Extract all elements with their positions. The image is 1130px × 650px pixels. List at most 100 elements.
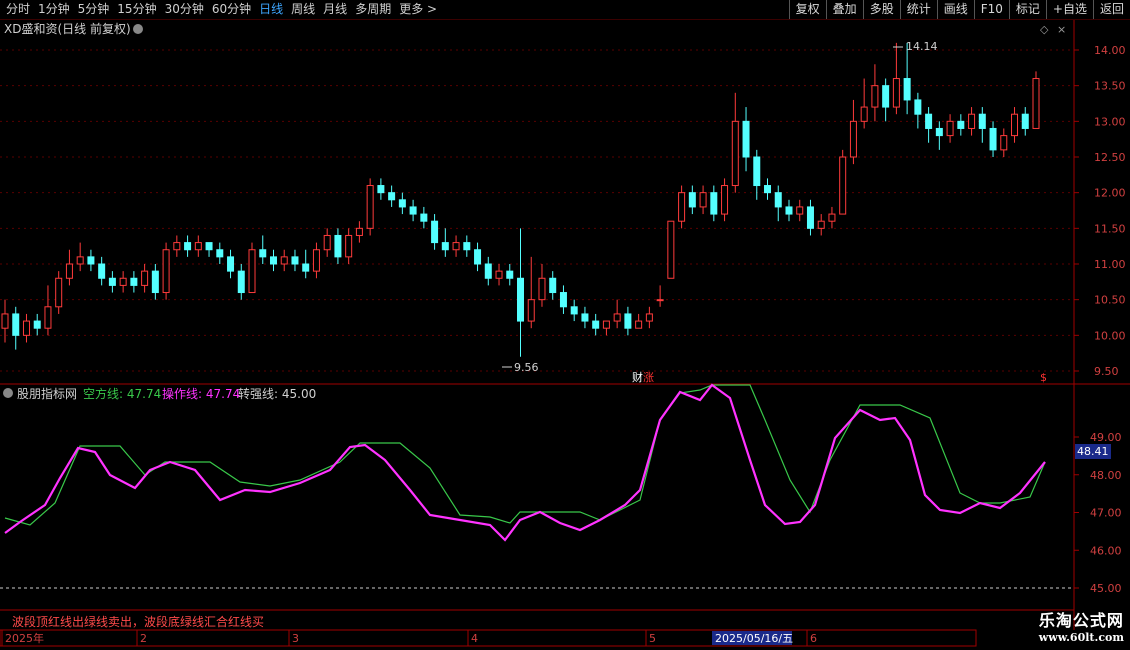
candle-body (849, 120, 857, 158)
candle-body (882, 85, 890, 108)
period-5[interactable]: 60分钟 (208, 1, 255, 18)
candle-body (141, 270, 149, 286)
candle-body (119, 277, 127, 286)
finance-marker[interactable]: 财 (632, 370, 643, 384)
price-tick-label: 10.00 (1094, 329, 1126, 342)
period-7[interactable]: 周线 (287, 1, 319, 18)
toolbar: 分时 1分钟 5分钟 15分钟 30分钟 60分钟 日线 周线 月线 多周期 更多 > 复权 叠加 多股… (0, 0, 1130, 20)
date-tick-label: 5 (649, 632, 656, 645)
candle-body (237, 270, 245, 294)
candle-body (1011, 113, 1019, 137)
date-tick-label: 3 (292, 632, 299, 645)
action-mark[interactable]: 标记 (1008, 0, 1046, 19)
candle-body (1000, 135, 1008, 151)
dollar-marker[interactable]: $ (1040, 371, 1047, 384)
candle-body (441, 242, 449, 251)
candle-body (87, 256, 95, 265)
date-axis-labels: 2025年 2 3 4 5 2025/05/16/五 6 (1, 630, 817, 646)
period-9[interactable]: 多周期 (351, 1, 395, 18)
candle-body (892, 78, 900, 108)
price-tick-label: 11.50 (1094, 222, 1126, 235)
candle-body (280, 256, 288, 265)
period-10[interactable]: 更多 > (395, 1, 441, 18)
action-2[interactable]: 多股 (862, 0, 900, 19)
period-4[interactable]: 30分钟 (161, 1, 208, 18)
candle-body (688, 192, 696, 208)
candle-body (345, 234, 353, 258)
candle-body (581, 313, 589, 322)
price-tick-label: 12.50 (1094, 151, 1126, 164)
brand-watermark: 乐淘公式网 www.60lt.com (1039, 607, 1124, 644)
action-0[interactable]: 复权 (788, 0, 826, 19)
action-4[interactable]: 画线 (936, 0, 974, 19)
period-2[interactable]: 5分钟 (74, 1, 114, 18)
candle-body (151, 270, 159, 294)
candle-body (957, 120, 965, 129)
candle-body (55, 277, 63, 308)
candle-body (925, 113, 933, 129)
price-tick-label: 11.00 (1094, 258, 1126, 271)
candle-body (12, 313, 20, 336)
action-5[interactable]: F10 (973, 0, 1009, 19)
diamond-icon[interactable]: ◇ (1040, 23, 1049, 36)
indicator-tick-label: 47.00 (1090, 507, 1122, 520)
candle-body (463, 242, 471, 251)
price-grid (0, 49, 1074, 372)
candle-body (527, 299, 535, 322)
period-0[interactable]: 分时 (2, 1, 34, 18)
candle-body (65, 263, 73, 279)
action-3[interactable]: 统计 (899, 0, 937, 19)
action-1[interactable]: 叠加 (825, 0, 863, 19)
indicator-tick-label: 46.00 (1090, 544, 1122, 557)
candle-body (602, 320, 610, 329)
candle-body (860, 106, 868, 122)
close-icon[interactable]: × (1057, 23, 1066, 36)
candle-body (592, 320, 600, 329)
candle-body (205, 242, 213, 251)
candle-body (903, 78, 911, 101)
candle-body (570, 306, 578, 315)
candle-body (796, 206, 804, 215)
candle-body (914, 99, 922, 115)
stock-chart[interactable]: XD盛和资(日线 前复权) ◇ × 14.00 13.50 13.00 12.50 12… (0, 20, 1130, 650)
candle-body (22, 320, 30, 336)
action-6[interactable]: +自选 (1045, 0, 1093, 19)
candle-body (388, 192, 396, 201)
candle-body (678, 192, 686, 222)
candle-body (291, 256, 299, 265)
period-1[interactable]: 1分钟 (34, 1, 74, 18)
candle-body (559, 292, 567, 308)
candle-body (259, 249, 267, 258)
candle-body (474, 249, 482, 265)
candle-body (785, 206, 793, 215)
candle-body (817, 220, 825, 229)
price-tick-label: 12.00 (1094, 187, 1126, 200)
candle-body (355, 227, 363, 236)
line1-label: 空方线: 47.74 (83, 386, 161, 401)
bear-line (4, 384, 1046, 526)
indicator-dropdown-icon[interactable] (3, 388, 13, 398)
candle-body (366, 185, 374, 229)
candle-body (184, 242, 192, 251)
candle-body (162, 249, 170, 294)
candle-body (33, 320, 41, 329)
candle-body (484, 263, 492, 279)
candle-body (871, 85, 879, 108)
line2-label: 操作线: 47.74 (162, 386, 240, 401)
high-price-label: 14.14 (906, 40, 938, 53)
action-7[interactable]: 返回 (1092, 0, 1130, 19)
title-dropdown-icon[interactable] (133, 24, 143, 34)
candle-body (420, 213, 428, 222)
price-tick-label: 13.00 (1094, 115, 1126, 128)
indicator-note: 波段顶红线出绿线卖出，波段底绿线汇合红线买 (12, 614, 264, 629)
brand-name: 乐淘公式网 (1038, 611, 1124, 630)
period-selector: 分时 1分钟 5分钟 15分钟 30分钟 60分钟 日线 周线 月线 多周期 更多 > (2, 1, 441, 18)
date-tick-label: 6 (810, 632, 817, 645)
candle-body (764, 185, 772, 194)
period-6[interactable]: 日线 (255, 1, 287, 18)
period-3[interactable]: 15分钟 (113, 1, 160, 18)
operation-line (4, 383, 1046, 542)
candle-body (978, 113, 986, 129)
rise-marker[interactable]: 涨 (643, 371, 654, 384)
period-8[interactable]: 月线 (319, 1, 351, 18)
